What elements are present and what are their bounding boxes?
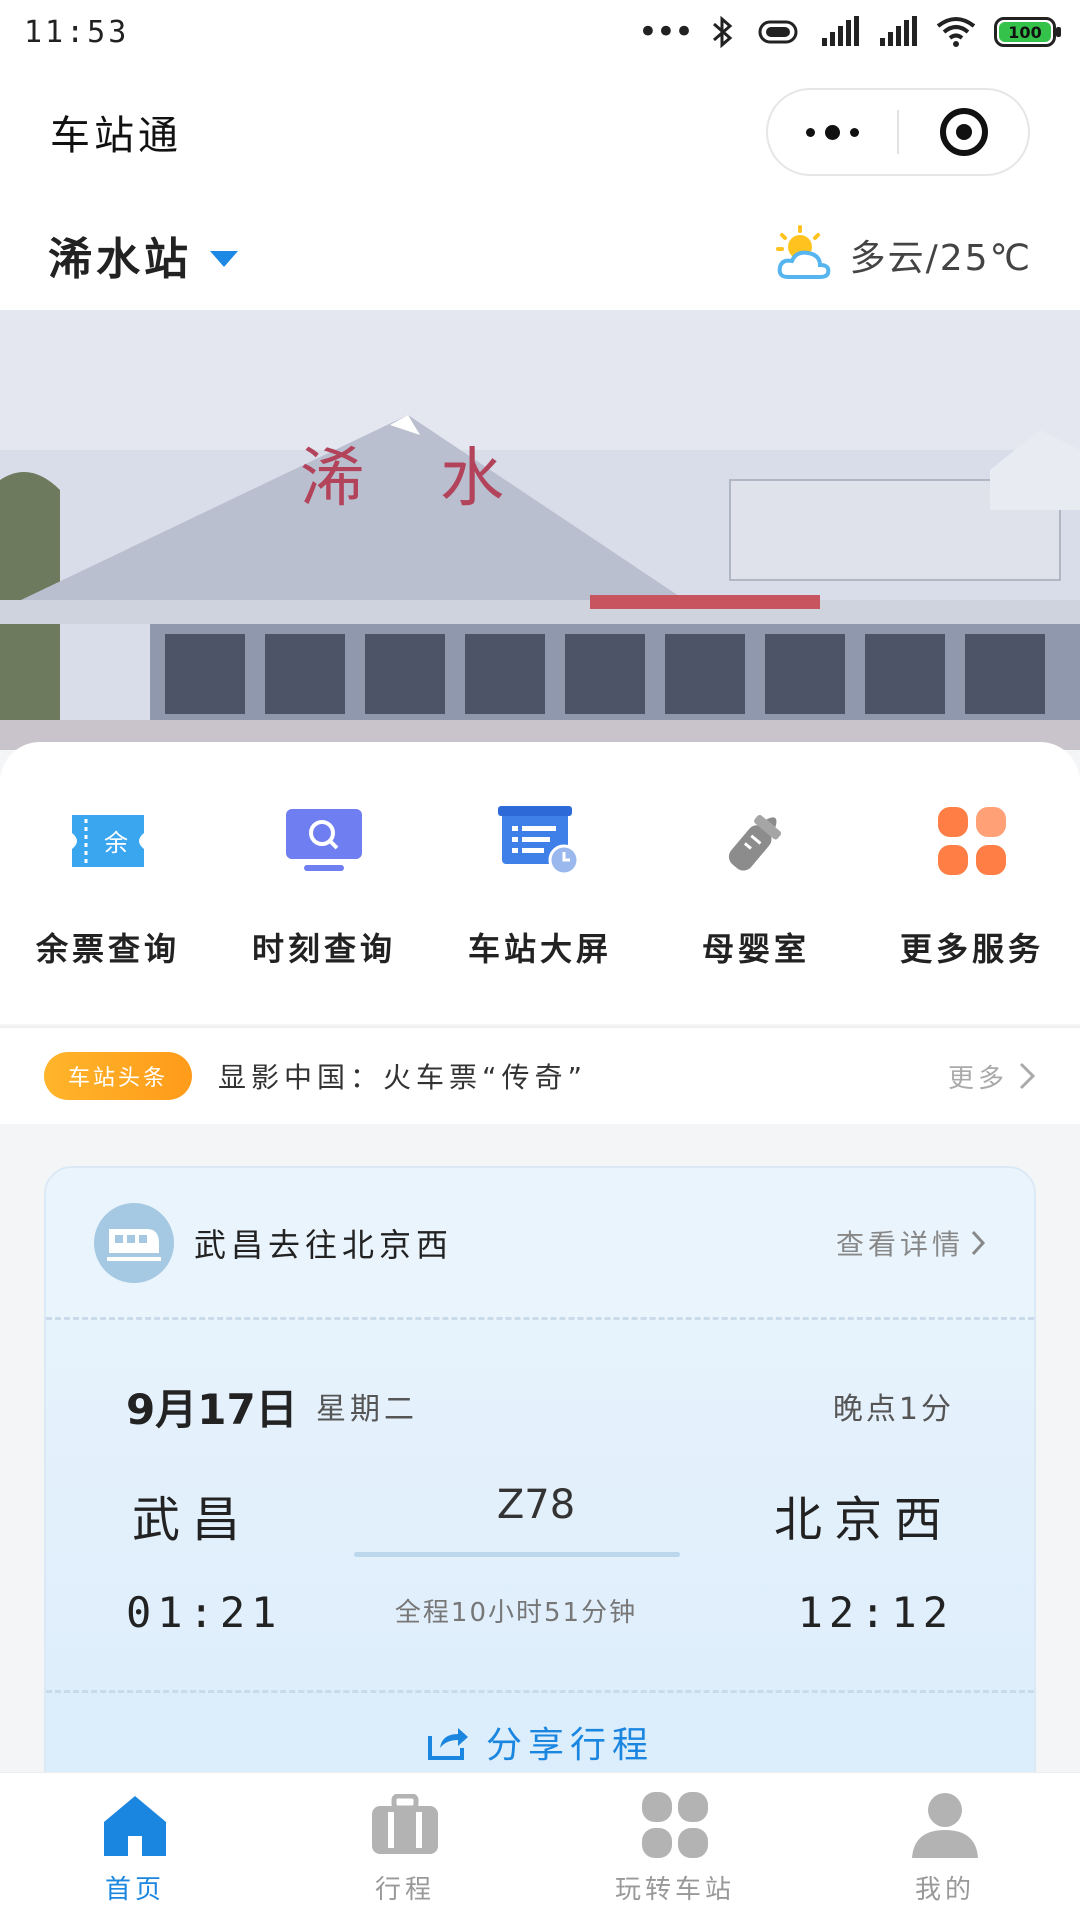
trip-duration: 全程10小时51分钟 xyxy=(394,1598,638,1628)
trip-date: 9月17日 xyxy=(126,1385,298,1434)
trip-delay-status: 晚点1分 xyxy=(832,1392,954,1427)
tab-explore-station[interactable]: 玩转车站 xyxy=(540,1773,810,1920)
service-label: 时刻查询 xyxy=(251,930,396,968)
station-banner-image: 浠 水 xyxy=(0,310,1080,750)
news-more-label: 更多 xyxy=(947,1063,1008,1094)
trip-departure-time: 01:21 xyxy=(126,1588,283,1637)
partly-cloudy-icon xyxy=(775,225,830,279)
station-selector-row: 浠水站 多云/25℃ xyxy=(0,200,1080,310)
tab-label: 玩转车站 xyxy=(614,1875,735,1905)
service-nursing-room[interactable]: 母婴室 xyxy=(648,796,864,970)
menu-button[interactable] xyxy=(768,90,897,174)
signal-2-icon xyxy=(880,16,917,46)
services-panel: 余 余票查询 时刻查询 车站大屏 母婴室 更多服务 xyxy=(0,742,1080,1024)
status-icons: ••• 100 xyxy=(637,12,1061,52)
share-icon xyxy=(427,1727,468,1760)
signal-1-icon xyxy=(822,16,859,46)
train-icon xyxy=(94,1202,174,1283)
service-more[interactable]: 更多服务 xyxy=(864,796,1080,970)
trip-route-line xyxy=(354,1552,680,1557)
baby-bottle-icon xyxy=(711,796,801,886)
status-time: 11:53 xyxy=(24,14,130,50)
trip-departure-station: 武昌 xyxy=(132,1492,253,1548)
mini-program-capsule xyxy=(766,88,1030,176)
vibrate-icon xyxy=(758,20,798,44)
weather-text: 多云/25℃ xyxy=(849,238,1032,279)
home-icon xyxy=(99,1789,171,1861)
service-label: 更多服务 xyxy=(899,930,1044,968)
trip-card-body: 9月17日 星期二 晚点1分 武昌 Z78 北京西 01:21 全程10小时51… xyxy=(46,1320,1034,1690)
app-title: 车站通 xyxy=(50,113,182,159)
caret-down-icon[interactable] xyxy=(210,251,238,267)
status-bar: 11:53 ••• 100 xyxy=(0,0,1080,64)
tab-home[interactable]: 首页 xyxy=(0,1773,270,1920)
trip-card: 武昌去往北京西 查看详情 9月17日 星期二 晚点1分 武昌 Z78 北京西 0… xyxy=(44,1166,1036,1786)
service-ticket-query[interactable]: 余 余票查询 xyxy=(0,796,216,970)
news-strip[interactable]: 车站头条 显影中国：火车票“传奇” 更多 xyxy=(0,1026,1080,1124)
tab-label: 我的 xyxy=(914,1875,975,1905)
grid-icon xyxy=(927,796,1017,886)
battery-icon: 100 xyxy=(994,17,1061,47)
user-icon xyxy=(909,1789,981,1861)
monitor-search-icon xyxy=(279,796,369,886)
ticket-icon-text: 余 xyxy=(104,829,128,857)
battery-level: 100 xyxy=(999,22,1051,42)
news-tag: 车站头条 xyxy=(44,1052,193,1100)
target-icon xyxy=(939,108,988,156)
service-label: 车站大屏 xyxy=(467,930,612,968)
wifi-icon xyxy=(936,17,976,47)
more-dots-icon: ••• xyxy=(637,12,694,52)
tab-profile[interactable]: 我的 xyxy=(810,1773,1080,1920)
service-station-screen[interactable]: 车站大屏 xyxy=(432,796,648,970)
tab-label: 行程 xyxy=(374,1875,435,1905)
more-icon xyxy=(806,124,859,140)
ticket-icon: 余 xyxy=(63,796,153,886)
chevron-right-icon xyxy=(971,1230,986,1255)
trip-route-title: 武昌去往北京西 xyxy=(194,1225,454,1264)
news-more-link[interactable]: 更多 xyxy=(948,1058,1036,1095)
trip-arrival-time: 12:12 xyxy=(797,1588,954,1637)
trip-arrival-station: 北京西 xyxy=(773,1492,954,1548)
briefcase-icon xyxy=(369,1789,441,1861)
bottom-tab-bar: 首页 行程 玩转车站 我的 xyxy=(0,1772,1080,1920)
bluetooth-icon xyxy=(713,15,733,49)
clover-icon xyxy=(639,1789,711,1861)
svg-text:水: 水 xyxy=(440,442,504,516)
weather: 多云/25℃ xyxy=(770,225,1032,285)
service-label: 余票查询 xyxy=(35,930,180,968)
tab-trips[interactable]: 行程 xyxy=(270,1773,540,1920)
trip-detail-label: 查看详情 xyxy=(835,1227,964,1261)
schedule-board-icon xyxy=(495,796,585,886)
svg-text:浠: 浠 xyxy=(300,442,364,516)
trip-detail-link[interactable]: 查看详情 xyxy=(836,1223,986,1263)
chevron-right-icon xyxy=(1019,1062,1036,1090)
trip-weekday: 星期二 xyxy=(316,1392,418,1427)
station-name[interactable]: 浠水站 xyxy=(48,223,192,287)
title-bar: 车站通 xyxy=(0,64,1080,200)
trip-card-header: 武昌去往北京西 查看详情 xyxy=(46,1168,1034,1320)
tab-label: 首页 xyxy=(104,1875,165,1905)
service-label: 母婴室 xyxy=(701,930,810,968)
news-headline[interactable]: 显影中国：火车票“传奇” xyxy=(218,1056,587,1096)
service-schedule-query[interactable]: 时刻查询 xyxy=(216,796,432,970)
close-button[interactable] xyxy=(899,90,1028,174)
share-trip-label: 分享行程 xyxy=(485,1724,654,1766)
trip-train-number: Z78 xyxy=(496,1482,576,1528)
